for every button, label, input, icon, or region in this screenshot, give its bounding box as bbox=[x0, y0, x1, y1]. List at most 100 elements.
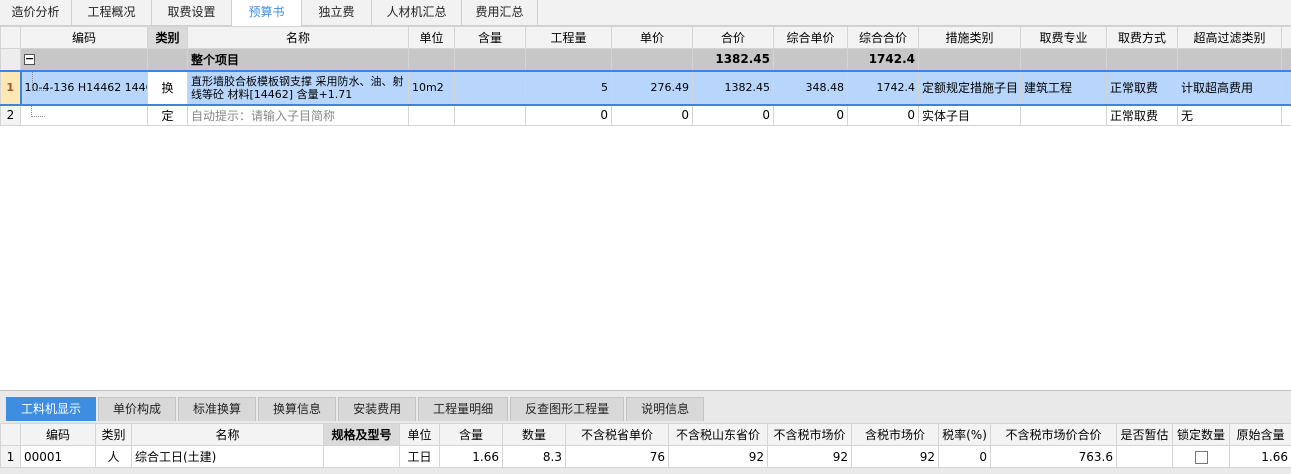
detail-header-lock-quantity[interactable]: 锁定数量 bbox=[1172, 423, 1230, 446]
item-type[interactable]: 定 bbox=[147, 104, 188, 126]
header-type[interactable]: 类别 bbox=[147, 26, 188, 49]
detail-tab-bar: 工料机显示 单价构成 标准换算 换算信息 安装费用 工程量明细 反查图形工程量 … bbox=[0, 397, 706, 421]
group-total-price: 1382.45 bbox=[692, 48, 774, 71]
tab-conversion-info[interactable]: 换算信息 bbox=[258, 397, 337, 421]
tab-budget-book[interactable]: 预算书 bbox=[232, 0, 302, 27]
material-unit[interactable]: 工日 bbox=[399, 445, 440, 468]
item-fee-profession[interactable]: 建筑工程 bbox=[1020, 69, 1107, 106]
budget-grid: 编码 类别 名称 单位 含量 工程量 单价 合价 综合单价 综合合价 措施类别 … bbox=[0, 26, 1291, 126]
material-code[interactable]: 00001 bbox=[20, 445, 96, 468]
tab-unit-price-composition[interactable]: 单价构成 bbox=[98, 397, 177, 421]
header-quantity[interactable]: 工程量 bbox=[525, 26, 612, 49]
tab-project-overview[interactable]: 工程概况 bbox=[72, 0, 152, 26]
tab-labor-material-summary[interactable]: 人材机汇总 bbox=[372, 0, 462, 26]
table-row[interactable]: 1 00001 人 综合工日(土建) 工日 1.66 8.3 76 92 92 … bbox=[0, 445, 1291, 468]
header-total-price[interactable]: 合价 bbox=[692, 26, 774, 49]
group-comp-total: 1742.4 bbox=[847, 48, 919, 71]
item-content[interactable] bbox=[454, 69, 526, 106]
detail-header-sd-price[interactable]: 不含税山东省价 bbox=[668, 423, 768, 446]
tab-fee-settings[interactable]: 取费设置 bbox=[152, 0, 232, 26]
material-content[interactable]: 1.66 bbox=[439, 445, 503, 468]
item-code[interactable] bbox=[20, 104, 148, 126]
labor-material-grid: 编码 类别 名称 规格及型号 单位 含量 数量 不含税省单价 不含税山东省价 不… bbox=[0, 423, 1291, 468]
tab-reverse-graphic-quantity[interactable]: 反查图形工程量 bbox=[510, 397, 625, 421]
detail-header-type[interactable]: 类别 bbox=[95, 423, 132, 446]
item-quantity[interactable]: 0 bbox=[525, 104, 612, 126]
header-measure-type[interactable]: 措施类别 bbox=[918, 26, 1021, 49]
tab-independent-fee[interactable]: 独立费 bbox=[302, 0, 372, 26]
grid-header-row: 编码 类别 名称 单位 含量 工程量 单价 合价 综合单价 综合合价 措施类别 … bbox=[0, 26, 1291, 49]
table-row[interactable]: 2 定 自动提示：请输入子目简称 0 0 0 0 0 实体子目 正常取费 无 bbox=[0, 104, 1291, 126]
detail-header-spec[interactable]: 规格及型号 bbox=[323, 423, 400, 446]
collapse-cell: − bbox=[20, 48, 148, 71]
material-tax-market-price[interactable]: 92 bbox=[851, 445, 939, 468]
header-unit[interactable]: 单位 bbox=[408, 26, 455, 49]
header-comp-unit-price[interactable]: 综合单价 bbox=[773, 26, 848, 49]
material-tax-rate[interactable]: 0 bbox=[938, 445, 991, 468]
row-number[interactable]: 1 bbox=[0, 445, 21, 468]
row-number-cell bbox=[0, 48, 21, 71]
item-unit[interactable]: 10m2 bbox=[408, 69, 455, 106]
item-code[interactable]: 10-4-136 H14462 14462 +1.71 bbox=[19, 69, 148, 106]
item-content[interactable] bbox=[454, 104, 526, 126]
material-market-price[interactable]: 92 bbox=[767, 445, 852, 468]
material-name[interactable]: 综合工日(土建) bbox=[131, 445, 324, 468]
header-name[interactable]: 名称 bbox=[187, 26, 409, 49]
detail-header-estimate[interactable]: 是否暂估 bbox=[1116, 423, 1173, 446]
material-estimate[interactable] bbox=[1116, 445, 1173, 468]
header-fee-method[interactable]: 取费方式 bbox=[1106, 26, 1178, 49]
header-fee-profession[interactable]: 取费专业 bbox=[1020, 26, 1107, 49]
material-prov-price[interactable]: 76 bbox=[565, 445, 669, 468]
item-name[interactable]: 直形墙胶合板模板钢支撑 采用防水、油、射线等砼 材料[14462] 含量+1.7… bbox=[187, 69, 409, 106]
header-unit-price[interactable]: 单价 bbox=[611, 26, 693, 49]
detail-header-code[interactable]: 编码 bbox=[20, 423, 96, 446]
tab-description-info[interactable]: 说明信息 bbox=[626, 397, 705, 421]
item-measure-type[interactable]: 实体子目 bbox=[918, 104, 1021, 126]
header-height-filter[interactable]: 超高过滤类别 bbox=[1177, 26, 1282, 49]
item-comp-total: 1742.4 bbox=[847, 69, 919, 106]
group-name[interactable]: 整个项目 bbox=[187, 48, 409, 71]
collapse-toggle-icon[interactable]: − bbox=[24, 53, 35, 66]
detail-header-quantity[interactable]: 数量 bbox=[502, 423, 566, 446]
detail-header-original-content[interactable]: 原始含量 bbox=[1229, 423, 1291, 446]
tab-fee-summary[interactable]: 费用汇总 bbox=[462, 0, 538, 26]
row-number[interactable]: 2 bbox=[0, 104, 21, 126]
item-fee-profession[interactable] bbox=[1020, 104, 1107, 126]
row-number[interactable]: 1 bbox=[0, 69, 21, 106]
item-measure-type[interactable]: 定额规定措施子目 bbox=[918, 69, 1021, 106]
item-unit-price[interactable]: 276.49 bbox=[611, 69, 693, 106]
item-height-filter[interactable]: 计取超高费用 bbox=[1177, 69, 1282, 106]
lock-quantity-checkbox[interactable] bbox=[1194, 450, 1208, 464]
detail-header-name[interactable]: 名称 bbox=[131, 423, 324, 446]
tab-standard-conversion[interactable]: 标准换算 bbox=[178, 397, 257, 421]
item-height-filter[interactable]: 无 bbox=[1177, 104, 1282, 126]
detail-header-tax-rate[interactable]: 税率(%) bbox=[938, 423, 991, 446]
tab-cost-analysis[interactable]: 造价分析 bbox=[0, 0, 72, 26]
tab-installation-fee[interactable]: 安装费用 bbox=[338, 397, 417, 421]
detail-header-market-total[interactable]: 不含税市场价合价 bbox=[990, 423, 1117, 446]
group-row-whole-project[interactable]: − 整个项目 1382.45 1742.4 bbox=[0, 48, 1291, 71]
material-spec[interactable] bbox=[323, 445, 400, 468]
item-unit[interactable] bbox=[408, 104, 455, 126]
material-quantity[interactable]: 8.3 bbox=[502, 445, 566, 468]
item-quantity[interactable]: 5 bbox=[525, 69, 612, 106]
header-comp-total[interactable]: 综合合价 bbox=[847, 26, 919, 49]
table-row[interactable]: 1 10-4-136 H14462 14462 +1.71 换 直形墙胶合板模板… bbox=[0, 69, 1291, 106]
material-sd-price[interactable]: 92 bbox=[668, 445, 768, 468]
item-name-hint[interactable]: 自动提示：请输入子目简称 bbox=[187, 104, 409, 126]
item-fee-method[interactable]: 正常取费 bbox=[1106, 104, 1178, 126]
tab-labor-material-display[interactable]: 工料机显示 bbox=[6, 397, 97, 421]
detail-header-prov-price[interactable]: 不含税省单价 bbox=[565, 423, 669, 446]
material-type[interactable]: 人 bbox=[95, 445, 132, 468]
item-type[interactable]: 换 bbox=[147, 69, 188, 106]
detail-header-tax-market-price[interactable]: 含税市场价 bbox=[851, 423, 939, 446]
detail-header-content[interactable]: 含量 bbox=[439, 423, 503, 446]
header-code[interactable]: 编码 bbox=[20, 26, 148, 49]
detail-header-unit[interactable]: 单位 bbox=[399, 423, 440, 446]
header-content[interactable]: 含量 bbox=[454, 26, 526, 49]
item-comp-unit-price: 348.48 bbox=[773, 69, 848, 106]
item-unit-price[interactable]: 0 bbox=[611, 104, 693, 126]
item-fee-method[interactable]: 正常取费 bbox=[1106, 69, 1178, 106]
tab-quantity-details[interactable]: 工程量明细 bbox=[418, 397, 509, 421]
detail-header-market-price[interactable]: 不含税市场价 bbox=[767, 423, 852, 446]
